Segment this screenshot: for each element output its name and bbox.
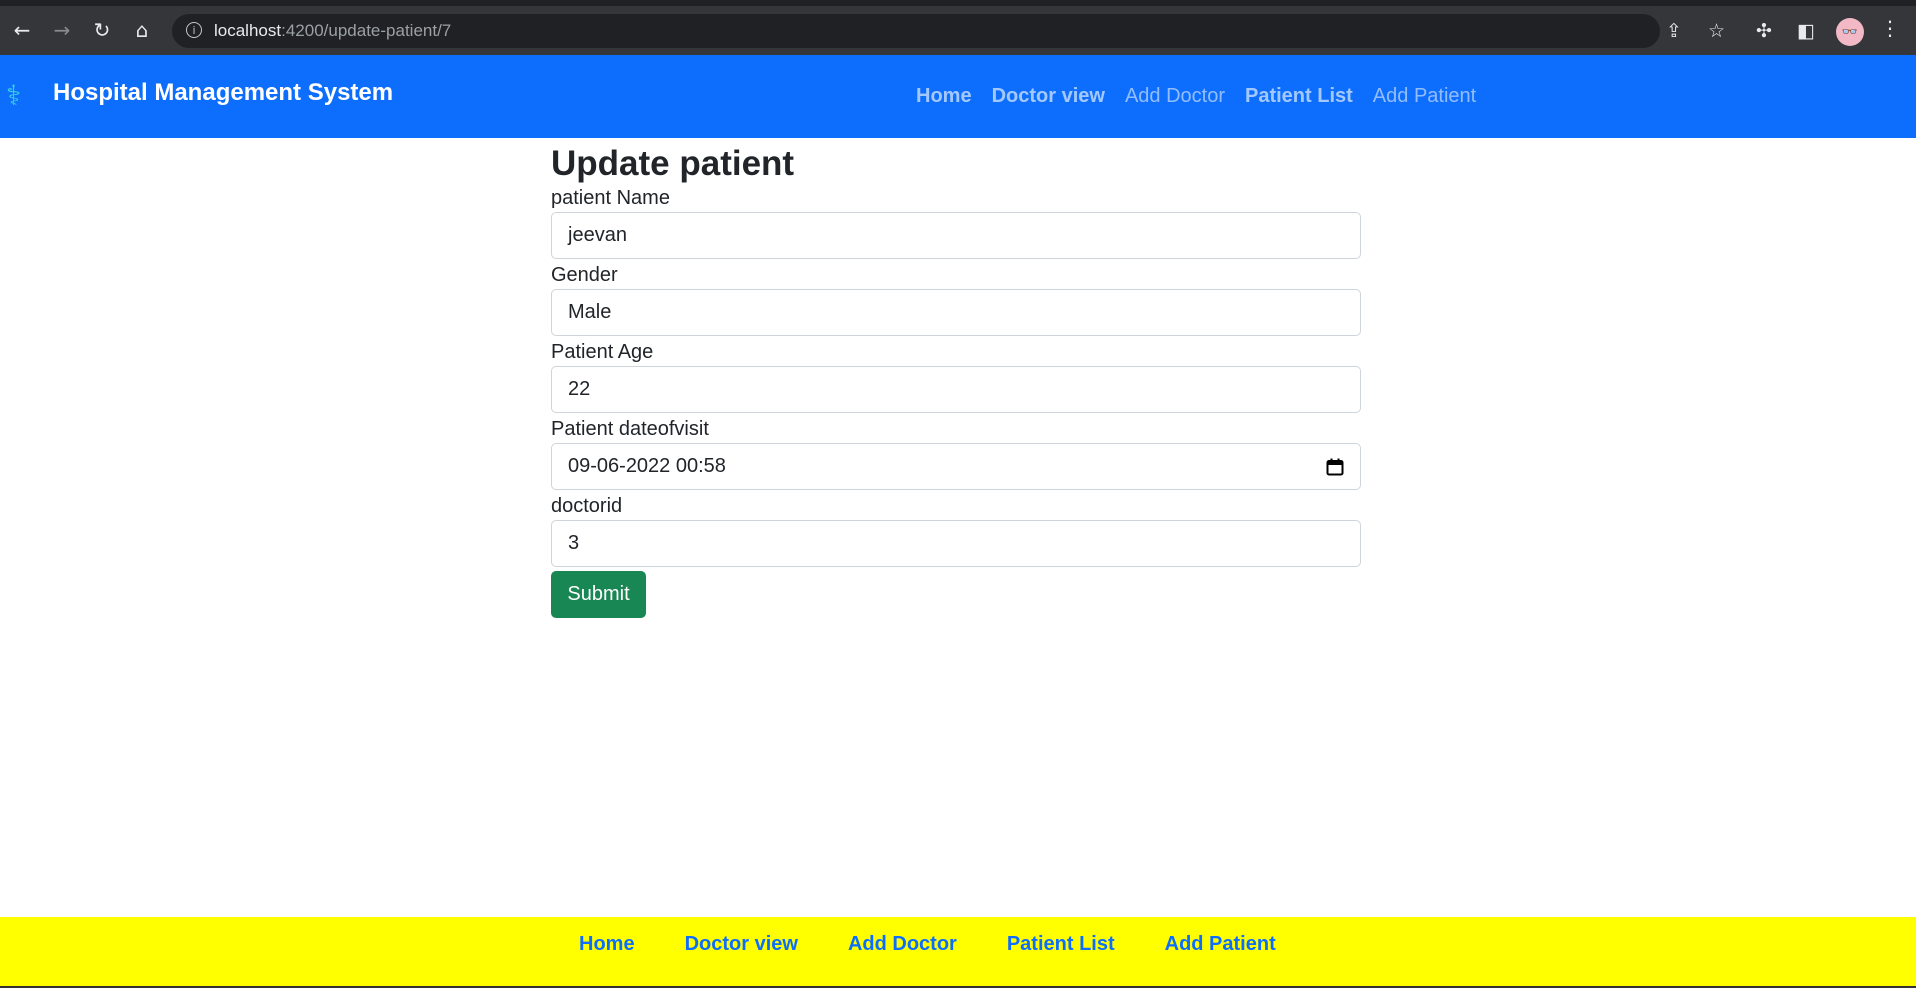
extensions-icon[interactable]: ✣ (1756, 14, 1772, 48)
url-path: :4200/update-patient/7 (281, 21, 452, 40)
doctor-id-input[interactable]: 3 (551, 520, 1361, 567)
bookmark-star-icon[interactable]: ☆ (1708, 14, 1725, 48)
nav-links: Home Doctor view Add Doctor Patient List… (916, 85, 1476, 108)
patient-name-input[interactable]: jeevan (551, 212, 1361, 259)
footer-link-home[interactable]: Home (579, 933, 635, 956)
gender-input[interactable]: Male (551, 289, 1361, 336)
nav-link-home[interactable]: Home (916, 85, 972, 108)
nav-link-add-patient[interactable]: Add Patient (1373, 85, 1476, 108)
more-menu-icon[interactable]: ⋮ (1880, 16, 1900, 40)
patient-age-label: Patient Age (551, 341, 654, 363)
doctor-id-value: 3 (568, 532, 580, 554)
footer-bar: Home Doctor view Add Doctor Patient List… (0, 917, 1916, 988)
patient-age-value: 22 (568, 378, 591, 400)
nav-link-add-doctor[interactable]: Add Doctor (1125, 85, 1225, 108)
footer-link-add-patient[interactable]: Add Patient (1165, 933, 1276, 956)
forward-icon[interactable]: → (46, 14, 78, 46)
patient-age-input[interactable]: 22 (551, 366, 1361, 413)
reload-icon[interactable]: ↻ (86, 14, 118, 46)
footer-links: Home Doctor view Add Doctor Patient List… (579, 933, 1276, 956)
date-of-visit-value: 09-06-2022 00:58 (568, 455, 726, 477)
footer-link-doctor-view[interactable]: Doctor view (685, 933, 798, 956)
tab-strip (0, 0, 1916, 6)
home-icon[interactable]: ⌂ (126, 14, 158, 46)
gender-label: Gender (551, 264, 618, 286)
url-text[interactable]: localhost:4200/update-patient/7 (214, 21, 451, 41)
footer-link-patient-list[interactable]: Patient List (1007, 933, 1115, 956)
patient-name-label: patient Name (551, 187, 670, 209)
side-panel-icon[interactable]: ◧ (1797, 14, 1815, 48)
site-info-icon[interactable]: i (186, 22, 202, 38)
browser-toolbar: ← → ↻ ⌂ i localhost:4200/update-patient/… (0, 0, 1916, 55)
date-of-visit-label: Patient dateofvisit (551, 418, 709, 440)
brand-title[interactable]: Hospital Management System (53, 79, 393, 107)
doctor-id-label: doctorid (551, 495, 623, 517)
url-host: localhost (214, 21, 282, 40)
nav-link-patient-list[interactable]: Patient List (1245, 85, 1353, 108)
patient-name-value: jeevan (568, 224, 627, 246)
footer-link-add-doctor[interactable]: Add Doctor (848, 933, 957, 956)
address-bar[interactable]: i localhost:4200/update-patient/7 (172, 14, 1660, 48)
profile-avatar[interactable]: 👓 (1836, 18, 1864, 46)
gender-value: Male (568, 301, 612, 323)
date-of-visit-input[interactable]: 09-06-2022 00:58 (551, 443, 1361, 490)
app-navbar: ⚕ Hospital Management System Home Doctor… (0, 55, 1916, 138)
share-icon[interactable]: ⇪ (1666, 14, 1682, 48)
page-title: Update patient (551, 144, 795, 183)
submit-button[interactable]: Submit (551, 571, 646, 618)
caduceus-logo-icon: ⚕ (6, 79, 22, 112)
calendar-icon[interactable] (1326, 458, 1344, 476)
update-patient-form: Update patient patient Name jeevan Gende… (551, 138, 1361, 618)
back-icon[interactable]: ← (6, 14, 38, 46)
nav-link-doctor-view[interactable]: Doctor view (992, 85, 1105, 108)
